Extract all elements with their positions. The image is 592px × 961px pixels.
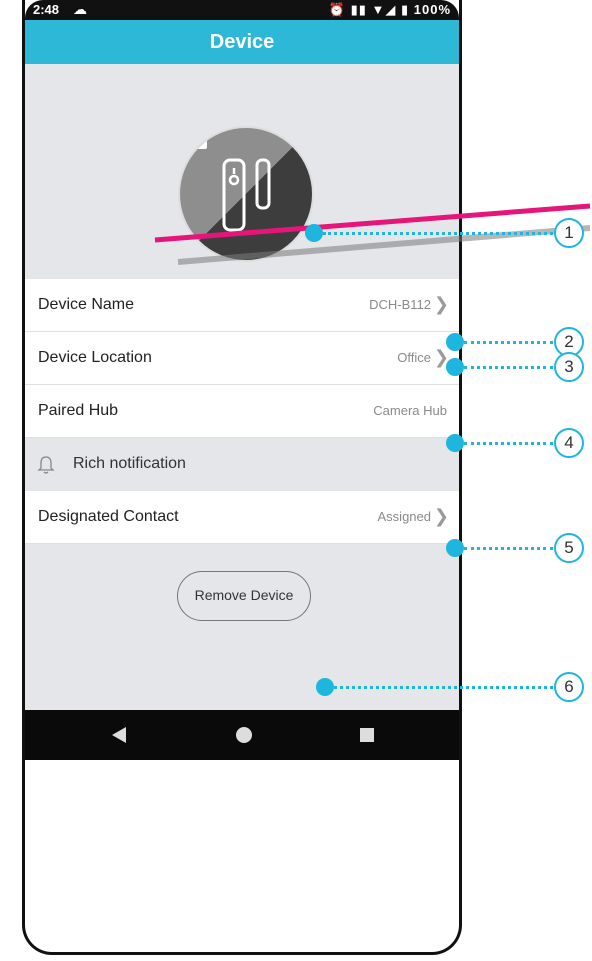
- callout-connector: [334, 686, 553, 689]
- settings-list: Device Name DCH-B112 ❯ Device Location O…: [25, 279, 459, 544]
- recent-apps-icon[interactable]: [359, 727, 375, 743]
- callout-3: 3: [554, 352, 584, 382]
- paired-hub-row: Paired Hub Camera Hub: [25, 385, 459, 438]
- callout-dot: [316, 678, 334, 696]
- designated-contact-row[interactable]: Designated Contact Assigned ❯: [25, 491, 459, 544]
- device-location-value: Office: [397, 350, 431, 365]
- device-location-label: Device Location: [38, 349, 152, 366]
- callout-dot: [446, 333, 464, 351]
- callout-1: 1: [554, 218, 584, 248]
- callout-dot: [446, 358, 464, 376]
- paired-hub-label: Paired Hub: [38, 402, 119, 419]
- device-name-value: DCH-B112: [369, 297, 431, 312]
- callout-dot: [305, 224, 323, 242]
- callout-dot: [446, 539, 464, 557]
- callout-dot: [446, 434, 464, 452]
- rich-notification-row[interactable]: Rich notification: [25, 438, 459, 491]
- callout-6: 6: [554, 672, 584, 702]
- android-nav-bar: [25, 710, 459, 760]
- callout-connector: [323, 232, 553, 235]
- callout-connector: [464, 442, 553, 445]
- designated-contact-value: Assigned: [377, 509, 431, 524]
- device-name-row[interactable]: Device Name DCH-B112 ❯: [25, 279, 459, 332]
- home-icon[interactable]: [235, 726, 253, 744]
- bell-icon: [37, 456, 55, 474]
- device-name-label: Device Name: [38, 296, 135, 313]
- rich-notification-label: Rich notification: [73, 455, 186, 472]
- device-location-row[interactable]: Device Location Office ❯: [25, 332, 459, 385]
- chevron-right-icon: ❯: [433, 506, 449, 526]
- back-icon[interactable]: [111, 726, 127, 744]
- chevron-right-icon: ❯: [433, 294, 449, 314]
- callout-4: 4: [554, 428, 584, 458]
- callout-5: 5: [554, 533, 584, 563]
- callout-connector: [464, 366, 553, 369]
- designated-contact-label: Designated Contact: [38, 508, 179, 525]
- callout-connector: [464, 341, 553, 344]
- paired-hub-value: Camera Hub: [373, 403, 447, 418]
- remove-device-button[interactable]: Remove Device: [177, 571, 311, 621]
- pointer-line: [154, 203, 591, 265]
- callout-connector: [464, 547, 553, 550]
